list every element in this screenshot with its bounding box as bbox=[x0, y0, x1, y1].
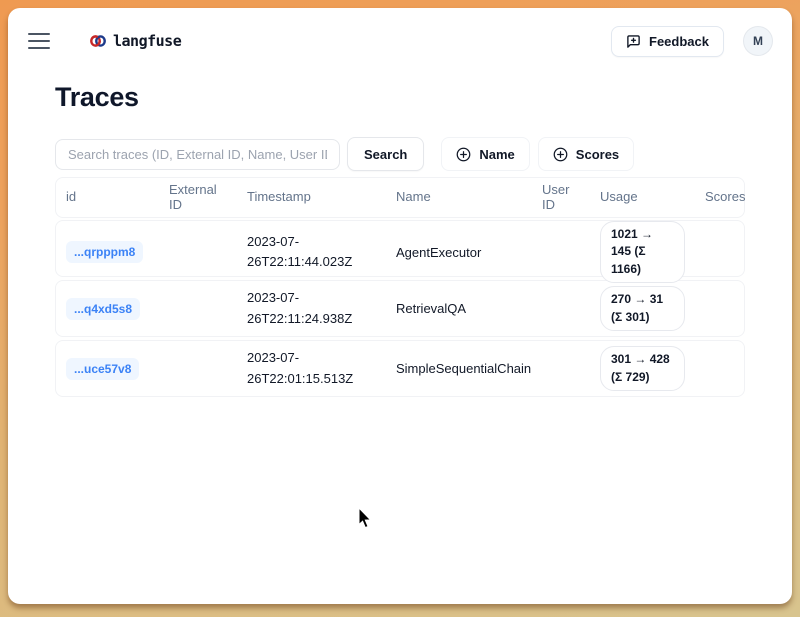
table-row[interactable]: ...uce57v8 2023-07-26T22:01:15.513Z Simp… bbox=[55, 340, 745, 397]
table-header-row: id External ID Timestamp Name User ID Us… bbox=[55, 177, 745, 218]
usage-badge: 301 → 428 (Σ 729) bbox=[600, 346, 685, 391]
filter-scores-button[interactable]: Scores bbox=[538, 137, 634, 171]
cell-scores bbox=[695, 221, 744, 283]
cell-timestamp: 2023-07-26T22:01:15.513Z bbox=[237, 341, 386, 396]
trace-id-link[interactable]: ...uce57v8 bbox=[66, 358, 139, 380]
top-navigation-bar: langfuse Feedback M bbox=[8, 8, 792, 56]
cell-name: SimpleSequentialChain bbox=[386, 341, 532, 396]
cell-user-id bbox=[532, 341, 590, 396]
brand-wordmark: langfuse bbox=[113, 32, 181, 50]
usage-badge: 1021 → 145 (Σ 1166) bbox=[600, 221, 685, 283]
app-window: langfuse Feedback M Traces Search bbox=[8, 8, 792, 604]
page-title: Traces bbox=[55, 82, 753, 113]
column-header-external-id: External ID bbox=[159, 178, 237, 217]
cell-external-id bbox=[159, 341, 237, 396]
feedback-icon bbox=[626, 34, 641, 49]
cell-scores bbox=[695, 281, 744, 336]
filter-name-button[interactable]: Name bbox=[441, 137, 529, 171]
usage-badge: 270 → 31 (Σ 301) bbox=[600, 286, 685, 331]
langfuse-brand[interactable]: langfuse bbox=[90, 32, 181, 50]
column-header-scores: Scores bbox=[695, 178, 757, 217]
cell-timestamp: 2023-07-26T22:11:24.938Z bbox=[237, 281, 386, 336]
circle-plus-icon bbox=[553, 147, 568, 162]
cell-name: AgentExecutor bbox=[386, 221, 532, 283]
search-button[interactable]: Search bbox=[347, 137, 424, 171]
langfuse-logo-icon bbox=[90, 34, 106, 48]
trace-id-link[interactable]: ...q4xd5s8 bbox=[66, 298, 140, 320]
cell-external-id bbox=[159, 221, 237, 283]
cell-user-id bbox=[532, 221, 590, 283]
table-row[interactable]: ...qrpppm8 2023-07-26T22:11:44.023Z Agen… bbox=[55, 220, 745, 277]
traces-toolbar: Search Name Scores bbox=[55, 137, 753, 171]
cell-id: ...uce57v8 bbox=[56, 341, 159, 396]
cell-scores bbox=[695, 341, 744, 396]
column-header-user-id: User ID bbox=[532, 178, 590, 217]
column-header-name: Name bbox=[386, 178, 532, 217]
filter-scores-label: Scores bbox=[576, 147, 619, 162]
search-input[interactable] bbox=[55, 139, 340, 170]
column-header-usage: Usage bbox=[590, 178, 695, 217]
circle-plus-icon bbox=[456, 147, 471, 162]
menu-icon[interactable] bbox=[28, 33, 50, 49]
cell-timestamp: 2023-07-26T22:11:44.023Z bbox=[237, 221, 386, 283]
cell-user-id bbox=[532, 281, 590, 336]
avatar-initial: M bbox=[753, 34, 763, 48]
feedback-button[interactable]: Feedback bbox=[611, 26, 724, 57]
user-avatar[interactable]: M bbox=[744, 27, 772, 55]
cell-id: ...qrpppm8 bbox=[56, 221, 159, 283]
cell-name: RetrievalQA bbox=[386, 281, 532, 336]
filter-name-label: Name bbox=[479, 147, 514, 162]
cell-usage: 301 → 428 (Σ 729) bbox=[590, 341, 695, 396]
trace-id-link[interactable]: ...qrpppm8 bbox=[66, 241, 143, 263]
traces-table: id External ID Timestamp Name User ID Us… bbox=[55, 177, 745, 397]
table-row[interactable]: ...q4xd5s8 2023-07-26T22:11:24.938Z Retr… bbox=[55, 280, 745, 337]
cell-external-id bbox=[159, 281, 237, 336]
cell-id: ...q4xd5s8 bbox=[56, 281, 159, 336]
cell-usage: 270 → 31 (Σ 301) bbox=[590, 281, 695, 336]
main-content: Traces Search Name Scores bbox=[8, 82, 792, 397]
column-header-timestamp: Timestamp bbox=[237, 178, 386, 217]
cell-usage: 1021 → 145 (Σ 1166) bbox=[590, 221, 695, 283]
column-header-id: id bbox=[56, 178, 159, 217]
feedback-button-label: Feedback bbox=[649, 34, 709, 49]
